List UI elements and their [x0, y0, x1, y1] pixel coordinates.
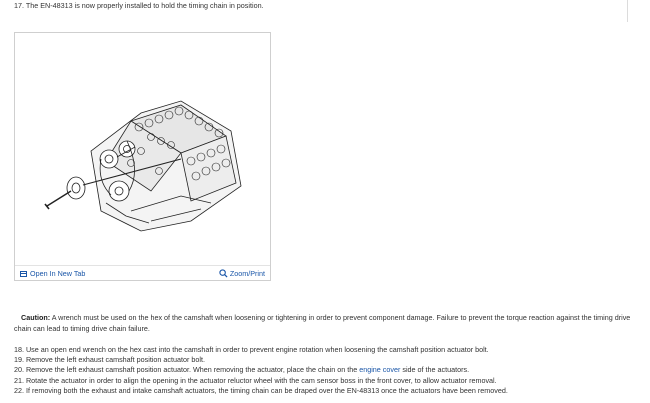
step-18: 18. Use an open end wrench on the hex ca… [14, 345, 489, 354]
figure-card: Open In New Tab Zoom/Print [14, 32, 271, 281]
open-in-new-tab-label: Open In New Tab [30, 269, 86, 278]
step-19: 19. Remove the left exhaust camshaft pos… [14, 355, 205, 365]
step-17-text: 17. The EN-48313 is now properly install… [14, 1, 264, 10]
procedure-steps: 18. Use an open end wrench on the hex ca… [14, 345, 642, 396]
caution-note: Caution: A wrench must be used on the he… [14, 312, 642, 334]
step-21: 21. Rotate the actuator in order to alig… [14, 375, 497, 385]
engine-illustration[interactable] [31, 91, 251, 241]
step-20-text-b: side of the actuators. [400, 365, 470, 375]
new-tab-icon [20, 270, 27, 277]
step-20: 20. Remove the left exhaust camshaft pos… [14, 365, 642, 375]
zoom-print-link[interactable]: Zoom/Print [219, 269, 265, 278]
zoom-print-label: Zoom/Print [229, 269, 265, 278]
figure-toolbar: Open In New Tab Zoom/Print [15, 265, 270, 280]
open-in-new-tab-link[interactable]: Open In New Tab [20, 269, 85, 278]
divider [627, 0, 628, 22]
caution-label: Caution: [21, 313, 51, 322]
caution-text: A wrench must be used on the hex of the … [14, 313, 631, 333]
magnifier-icon [219, 269, 228, 278]
engine-cover-link[interactable]: engine cover [359, 365, 400, 374]
step-20-text-a: 20. Remove the left exhaust camshaft pos… [14, 365, 360, 375]
step-22: 22. If removing both the exhaust and int… [14, 385, 508, 395]
